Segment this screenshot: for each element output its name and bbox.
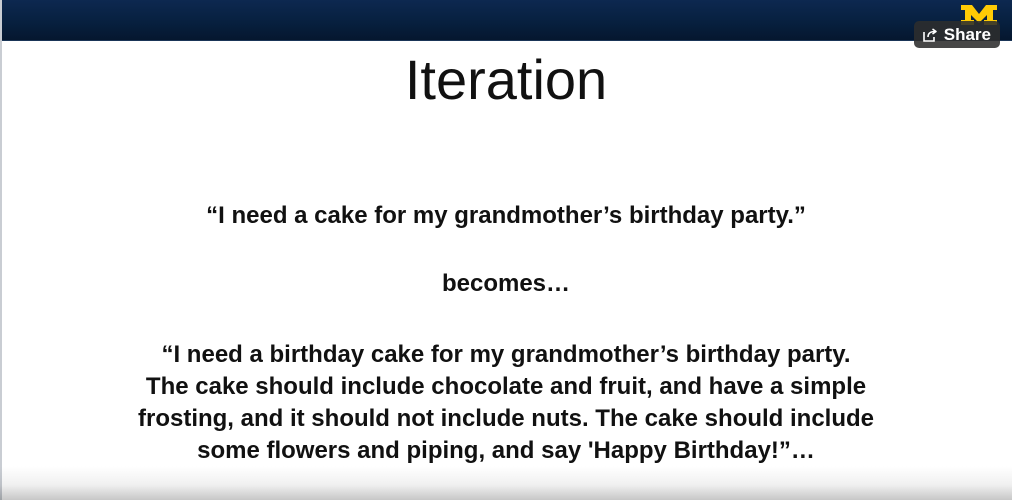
quote-iterated-line: frosting, and it should not include nuts… bbox=[137, 405, 875, 432]
bottom-shadow bbox=[0, 466, 1012, 500]
quote-iterated-line: The cake should include chocolate and fr… bbox=[145, 373, 867, 400]
becomes-text: becomes… bbox=[441, 270, 571, 297]
quote-original: “I need a cake for my grandmother’s birt… bbox=[206, 202, 806, 229]
video-frame: Share Iteration “I need a cake for my gr… bbox=[0, 0, 1012, 500]
header-bar bbox=[0, 0, 1012, 41]
slide-title: Iteration bbox=[404, 48, 608, 111]
share-icon bbox=[922, 27, 938, 43]
quote-iterated-line: “I need a birthday cake for my grandmoth… bbox=[161, 341, 851, 368]
quote-iterated-line: some flowers and piping, and say 'Happy … bbox=[197, 437, 815, 464]
share-label: Share bbox=[943, 25, 991, 44]
